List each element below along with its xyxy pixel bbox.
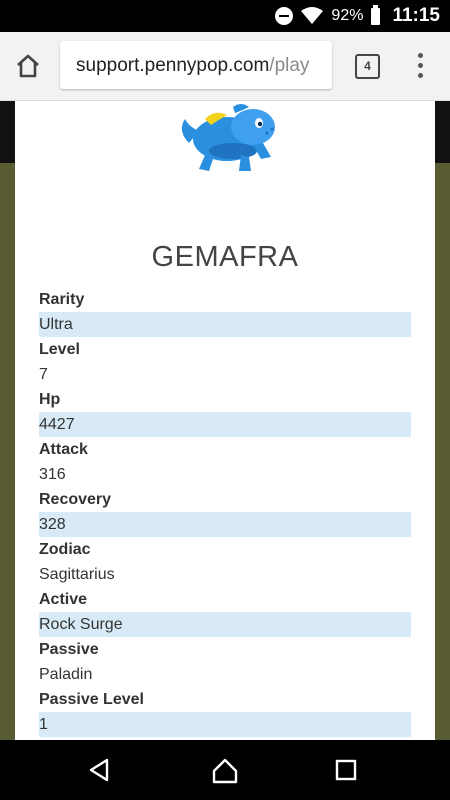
stat-label-level: Level [39,341,80,358]
back-icon[interactable] [85,755,115,785]
stat-label-rarity: Rarity [39,291,85,308]
home-icon[interactable] [12,50,44,82]
url-text: support.pennypop.com/play [76,55,309,77]
stat-label-attack: Attack [39,441,88,458]
status-icons: 92% 11:15 [275,0,440,32]
status-bar: 92% 11:15 [0,0,450,32]
monster-name: GEMAFRA [151,241,299,273]
stat-label-zodiac: Zodiac [39,541,91,558]
wifi-icon [301,7,324,24]
stat-label-passive: Passive [39,641,99,658]
url-bar[interactable]: support.pennypop.com/play [60,41,332,89]
home-icon[interactable] [210,755,240,785]
stat-value-hp: 4427 [39,412,411,437]
clock: 11:15 [392,5,440,26]
menu-dot [418,73,423,78]
battery-percent: 92% [331,7,364,24]
browser-toolbar: support.pennypop.com/play 4 [0,32,450,101]
stats-list: Rarity Ultra Level 7 Hp 4427 Attack 316 … [39,287,411,737]
stat-value-level: 7 [39,366,48,383]
navigation-bar [0,740,450,800]
do-not-disturb-icon [275,7,294,25]
stat-label-active: Active [39,591,88,608]
battery-icon [371,4,381,25]
url-host: support.pennypop.com [76,55,270,76]
stat-label-hp: Hp [39,391,61,408]
tab-count: 4 [364,59,371,73]
url-path: /play [269,55,310,76]
stat-value-passive-level: 1 [39,712,411,737]
monster-image [181,104,275,171]
monster-card: GEMAFRA Rarity Ultra Level 7 Hp 4427 Att… [15,101,435,741]
stat-label-passive-level: Passive Level [39,691,144,708]
stat-value-recovery: 328 [39,512,411,537]
tabs-icon[interactable]: 4 [355,54,380,79]
stat-value-zodiac: Sagittarius [39,566,115,583]
stat-value-passive: Paladin [39,666,93,683]
overflow-menu-icon[interactable] [413,52,429,80]
stat-label-recovery: Recovery [39,491,112,508]
stat-value-attack: 316 [39,466,66,483]
menu-dot [418,63,423,68]
screen: 92% 11:15 support.pennypop.com/play 4 GE… [0,0,450,800]
stat-value-rarity: Ultra [39,312,411,337]
stat-value-active: Rock Surge [39,612,411,637]
recents-icon[interactable] [331,755,361,785]
menu-dot [418,53,423,58]
